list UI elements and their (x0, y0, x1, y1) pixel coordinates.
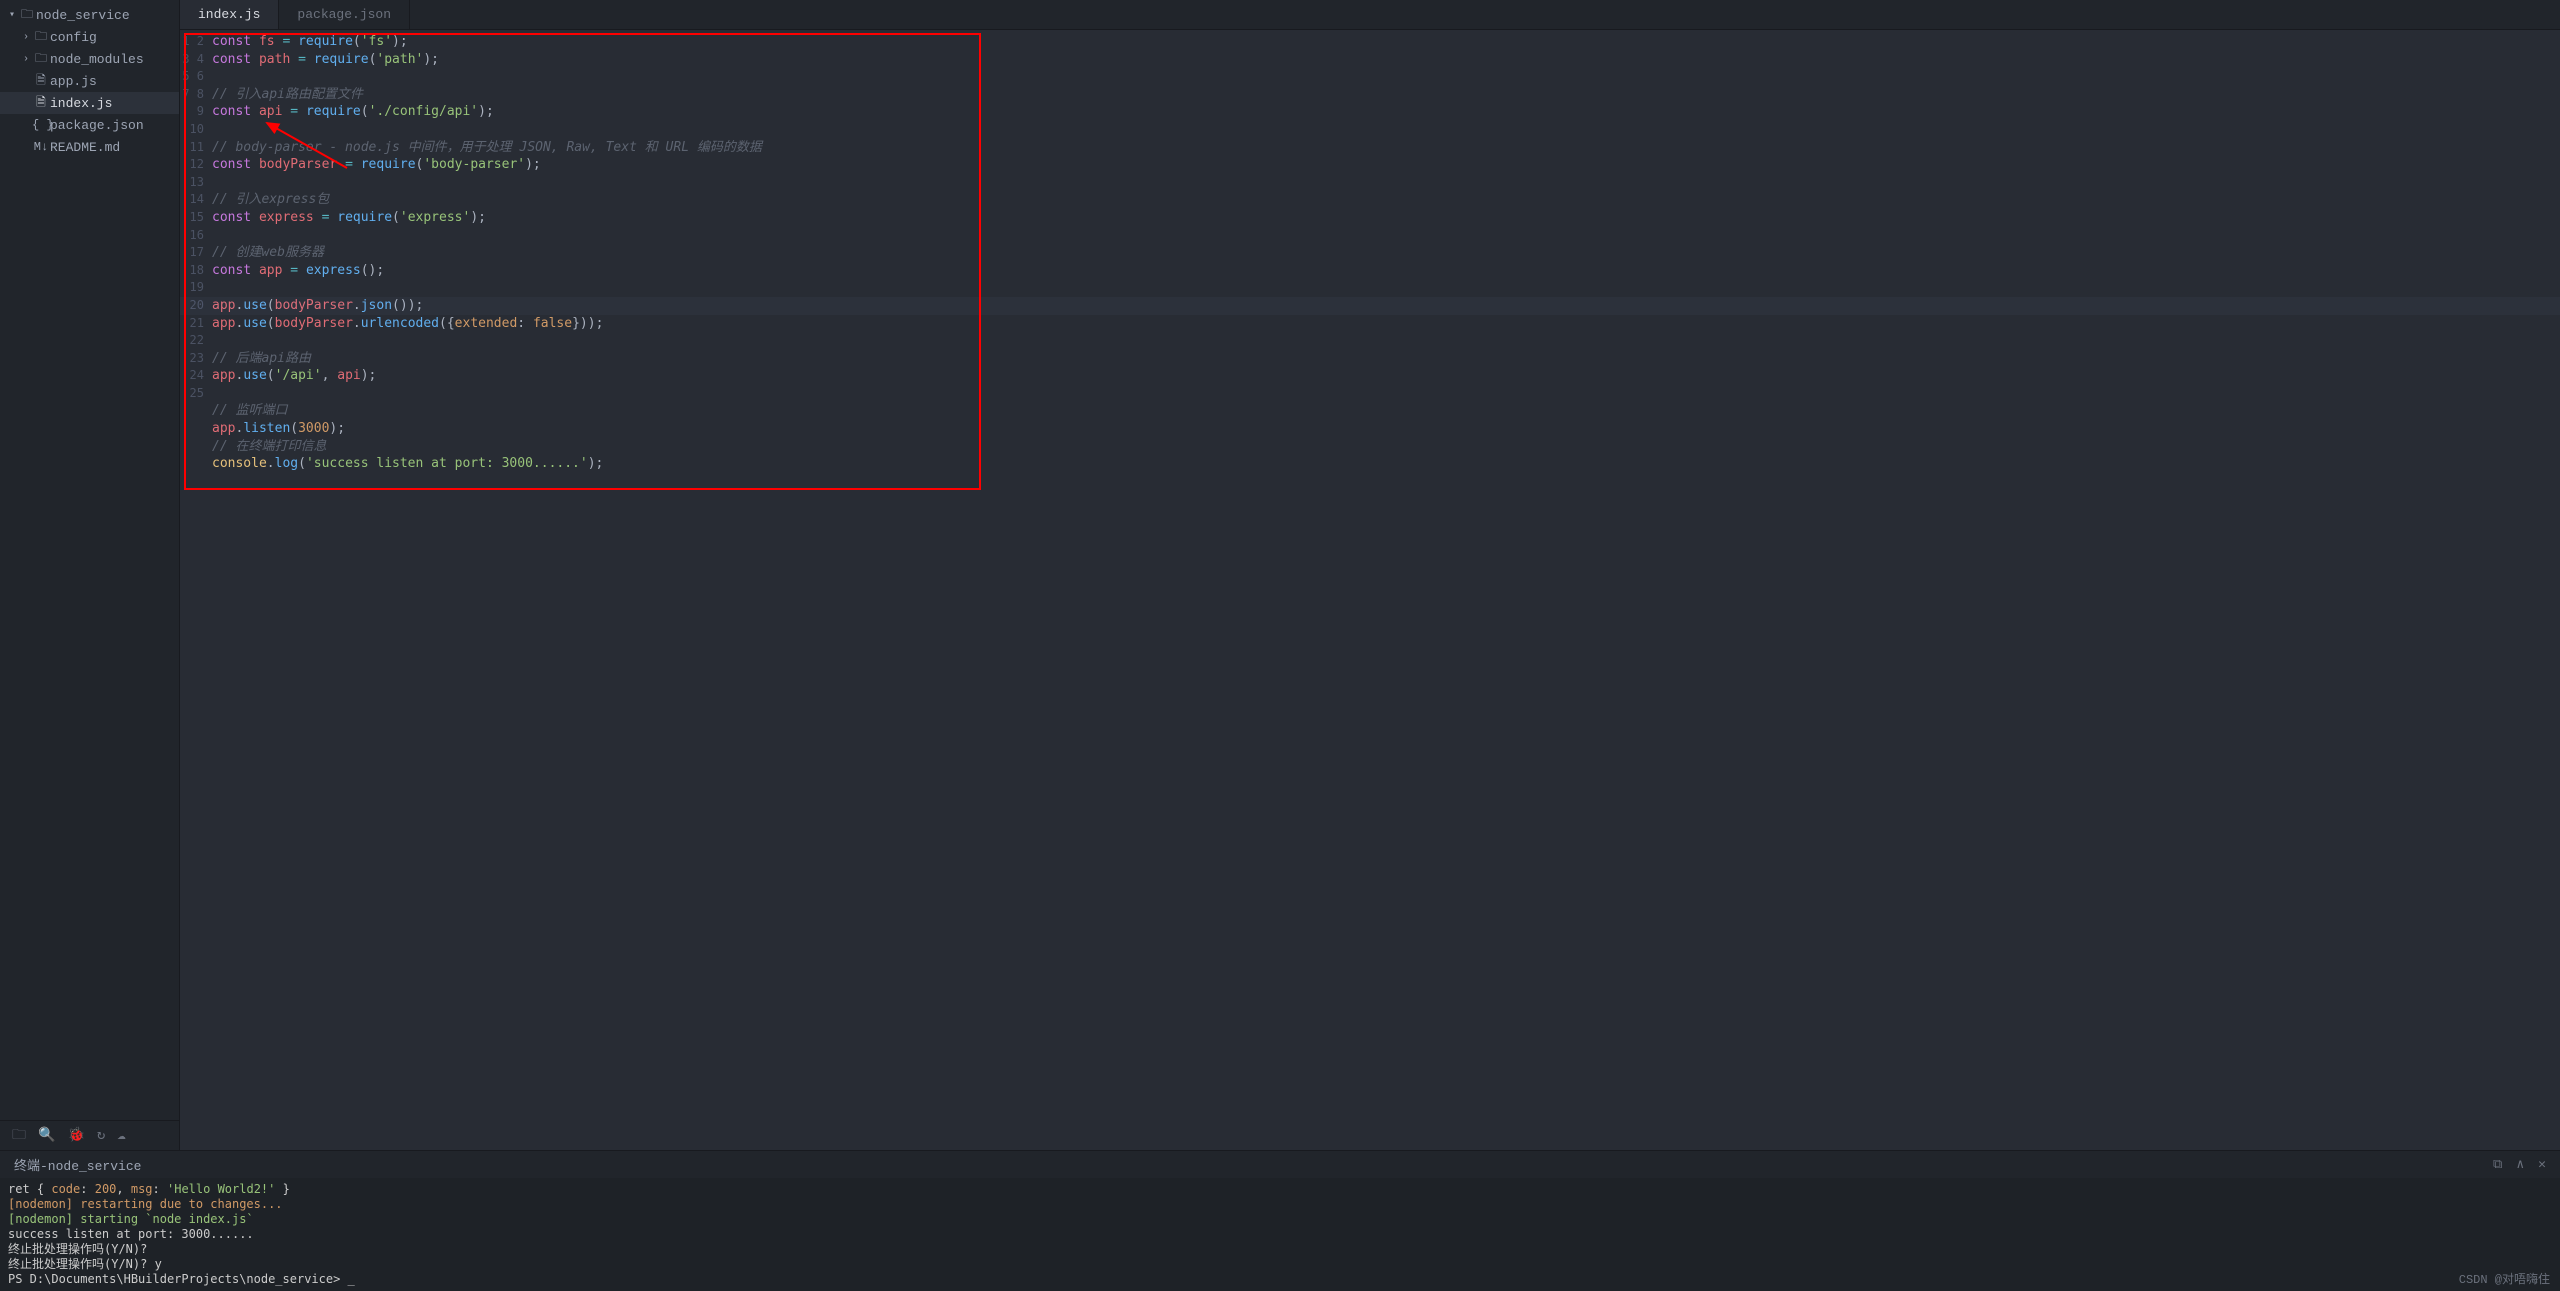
tree-item-app-js[interactable]: 🗎app.js (0, 70, 179, 92)
watermark: CSDN @对唔嗨住 (2459, 1270, 2550, 1287)
tree-item-label: app.js (50, 74, 97, 89)
line-numbers: 1 2 3 4 5 6 7 8 9 10 11 12 13 14 15 16 1… (180, 30, 212, 1150)
tree-item-label: config (50, 30, 97, 45)
file-icon: M↓ (32, 140, 50, 154)
tree-item-label: package.json (50, 118, 144, 133)
terminal-line: [nodemon] starting `node index.js` (8, 1212, 2552, 1227)
file-icon: 🗎 (32, 93, 50, 114)
chevron-down-icon: ▾ (6, 9, 18, 21)
terminal-line: 终止批处理操作吗(Y/N)? (8, 1242, 2552, 1257)
file-tree: ▾ 🗀 node_service ›🗀config›🗀node_modules🗎… (0, 0, 179, 1120)
terminal-actions: ⧉ ∧ ✕ (2493, 1157, 2546, 1172)
code-editor[interactable]: 1 2 3 4 5 6 7 8 9 10 11 12 13 14 15 16 1… (180, 30, 2560, 1150)
tree-item-README-md[interactable]: M↓README.md (0, 136, 179, 158)
terminal-line: ret { code: 200, msg: 'Hello World2!' } (8, 1182, 2552, 1197)
tab-package-json[interactable]: package.json (279, 0, 410, 29)
file-icon: 🗀 (32, 27, 50, 48)
tab-bar: index.jspackage.json (180, 0, 2560, 30)
tab-index-js[interactable]: index.js (180, 0, 279, 29)
tree-root-label: node_service (36, 8, 130, 23)
split-terminal-icon[interactable]: ⧉ (2493, 1157, 2502, 1172)
terminal-line: PS D:\Documents\HBuilderProjects\node_se… (8, 1272, 2552, 1287)
tree-item-label: README.md (50, 140, 120, 155)
chevron-icon: › (20, 32, 32, 43)
tree-item-label: node_modules (50, 52, 144, 67)
terminal-line: [nodemon] restarting due to changes... (8, 1197, 2552, 1212)
terminal-output[interactable]: ret { code: 200, msg: 'Hello World2!' }[… (0, 1178, 2560, 1291)
folder-icon: 🗀 (18, 5, 36, 26)
file-icon: 🗎 (32, 71, 50, 92)
search-icon[interactable]: 🔍 (38, 1127, 55, 1144)
terminal-line: 终止批处理操作吗(Y/N)? y (8, 1257, 2552, 1272)
terminal-line: success listen at port: 3000...... (8, 1227, 2552, 1242)
tree-item-index-js[interactable]: 🗎index.js (0, 92, 179, 114)
editor-area: index.jspackage.json 1 2 3 4 5 6 7 8 9 1… (180, 0, 2560, 1150)
files-icon[interactable]: 🗀 (12, 1124, 26, 1148)
tree-root[interactable]: ▾ 🗀 node_service (0, 4, 179, 26)
tree-item-label: index.js (50, 96, 112, 111)
code-content: const fs = require('fs'); const path = r… (212, 30, 2560, 1150)
tree-item-config[interactable]: ›🗀config (0, 26, 179, 48)
cloud-icon[interactable]: ☁ (117, 1127, 125, 1144)
tree-item-package-json[interactable]: { }package.json (0, 114, 179, 136)
sidebar-toolbar: 🗀 🔍 🐞 ↻ ☁ (0, 1120, 179, 1150)
terminal-header: 终端-node_service ⧉ ∧ ✕ (0, 1150, 2560, 1178)
refresh-icon[interactable]: ↻ (97, 1127, 105, 1144)
file-explorer-sidebar: ▾ 🗀 node_service ›🗀config›🗀node_modules🗎… (0, 0, 180, 1150)
file-icon: { } (32, 118, 50, 132)
collapse-terminal-icon[interactable]: ∧ (2516, 1157, 2524, 1172)
terminal-title: 终端-node_service (14, 1155, 141, 1174)
tree-item-node_modules[interactable]: ›🗀node_modules (0, 48, 179, 70)
bug-icon[interactable]: 🐞 (67, 1127, 84, 1144)
chevron-icon: › (20, 54, 32, 65)
file-icon: 🗀 (32, 49, 50, 70)
close-terminal-icon[interactable]: ✕ (2538, 1157, 2546, 1172)
